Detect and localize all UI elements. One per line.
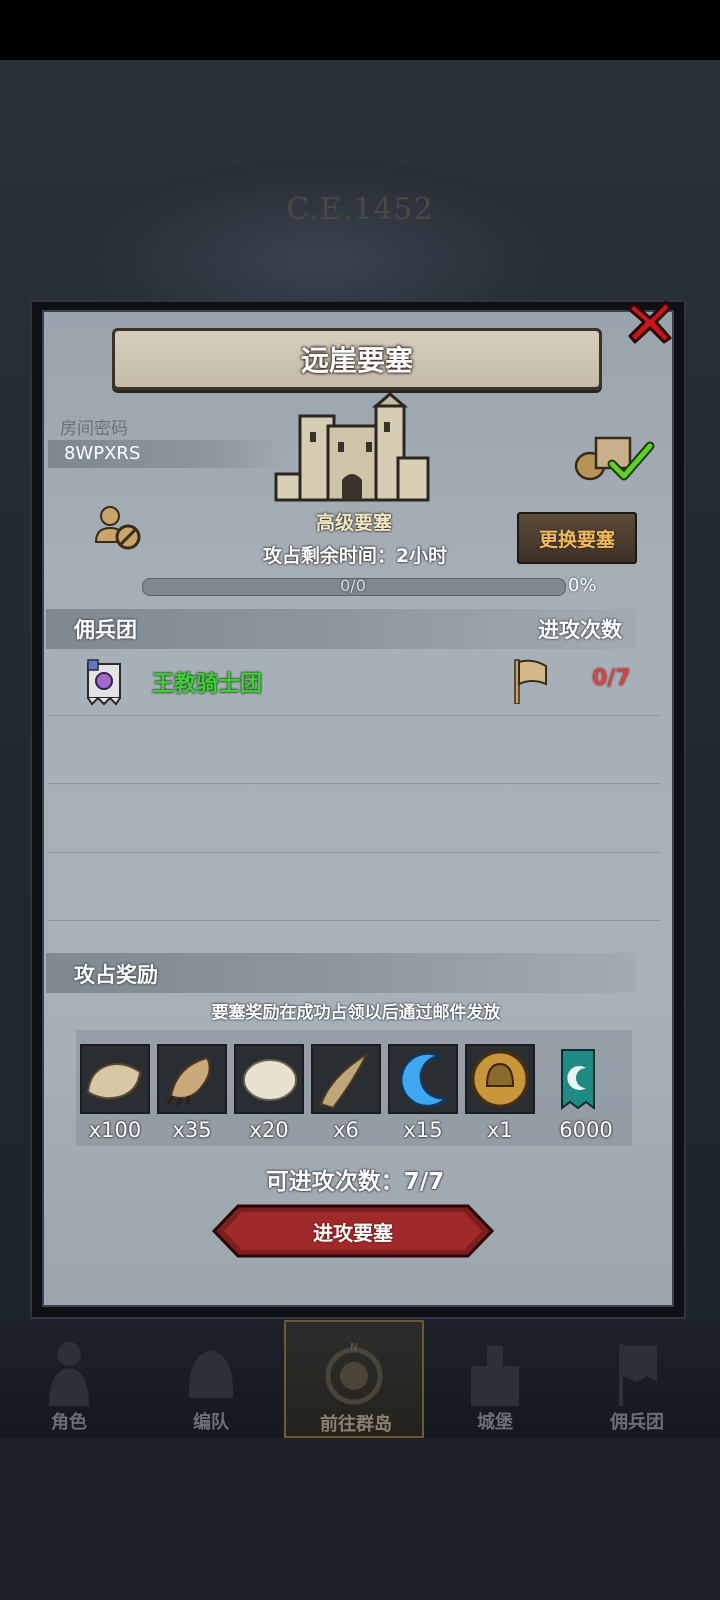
reward-count: x6	[333, 1118, 359, 1142]
room-code-value[interactable]: 8WPXRS	[48, 440, 288, 468]
row-divider	[48, 852, 660, 853]
occupy-progress-text: 0/0	[340, 576, 366, 595]
nav-label: 佣兵团	[610, 1412, 664, 1433]
mercenary-name: 王教骑士团	[152, 672, 263, 697]
nav-item-formation[interactable]: 编队	[146, 1320, 276, 1438]
reward-item[interactable]	[542, 1044, 612, 1114]
nav-label: 城堡	[477, 1412, 513, 1433]
reward-note: 要塞奖励在成功占领以后通过邮件发放	[211, 1003, 501, 1023]
reward-section-title: 攻占奖励	[74, 963, 158, 987]
knight-icon	[49, 1342, 89, 1406]
helmet-medal-icon	[471, 1050, 529, 1108]
fur-pelt-icon	[86, 1063, 142, 1100]
horn-icon	[319, 1051, 370, 1110]
time-remaining: 攻占剩余时间：2小时	[262, 545, 448, 567]
guild-banner-icon	[561, 1049, 595, 1110]
reward-item[interactable]	[80, 1044, 150, 1114]
reward-item[interactable]	[388, 1044, 458, 1114]
close-icon	[627, 300, 672, 344]
nav-item-mercenary[interactable]: 佣兵团	[572, 1320, 702, 1438]
reward-count: x15	[403, 1118, 443, 1142]
nav-label: 角色	[51, 1412, 87, 1433]
claw-icon	[165, 1056, 211, 1107]
background-year: C.E.1452	[286, 192, 434, 227]
reward-count: x35	[172, 1118, 212, 1142]
row-divider	[48, 783, 660, 784]
close-button[interactable]	[624, 296, 676, 348]
top-bar	[0, 0, 720, 60]
bottom-background	[0, 1438, 720, 1600]
reward-item[interactable]	[234, 1044, 304, 1114]
compass-icon: N	[325, 1342, 383, 1405]
nav-label: 编队	[193, 1412, 229, 1433]
nav-item-castle[interactable]: 城堡	[430, 1320, 560, 1438]
change-fortress-button[interactable]: 更换要塞	[517, 512, 637, 564]
nav-item-islands[interactable]: N 前往群岛	[284, 1320, 424, 1438]
fortress-level: 高级要塞	[315, 512, 392, 534]
occupy-progress-percent: 0%	[568, 575, 597, 596]
castle-icon	[471, 1346, 519, 1406]
reward-item[interactable]	[157, 1044, 227, 1114]
dialog-title: 远崖要塞	[112, 328, 602, 390]
no-person-icon[interactable]	[94, 504, 144, 552]
row-divider	[48, 920, 660, 921]
reward-item[interactable]	[311, 1044, 381, 1114]
reward-count: x100	[88, 1118, 142, 1142]
attack-fortress-button[interactable]: 进攻要塞	[212, 1204, 494, 1258]
mercenary-section-title: 佣兵团	[74, 618, 137, 642]
reward-item[interactable]	[465, 1044, 535, 1114]
nav-label: 前往群岛	[320, 1414, 392, 1435]
blue-crescent-icon	[400, 1052, 449, 1107]
reward-count: x1	[487, 1118, 513, 1142]
mercenary-banner-icon	[87, 659, 121, 706]
fortress-castle-icon	[274, 392, 430, 502]
reward-count: 6000	[559, 1118, 613, 1142]
white-pelt-icon	[243, 1059, 297, 1101]
banner-icon	[619, 1344, 657, 1406]
available-attempts: 可进攻次数：7/7	[265, 1169, 445, 1195]
attack-flag-icon	[514, 659, 547, 704]
row-divider	[48, 715, 660, 716]
helmet-icon	[188, 1350, 234, 1398]
attack-count-header: 进攻次数	[538, 618, 622, 642]
svg-text:N: N	[350, 1342, 357, 1353]
nav-item-character[interactable]: 角色	[4, 1320, 134, 1438]
room-code-label: 房间密码	[60, 419, 128, 439]
supply-check-icon[interactable]	[572, 432, 656, 482]
reward-count: x20	[249, 1118, 289, 1142]
mercenary-attack-count: 0/7	[592, 666, 631, 691]
